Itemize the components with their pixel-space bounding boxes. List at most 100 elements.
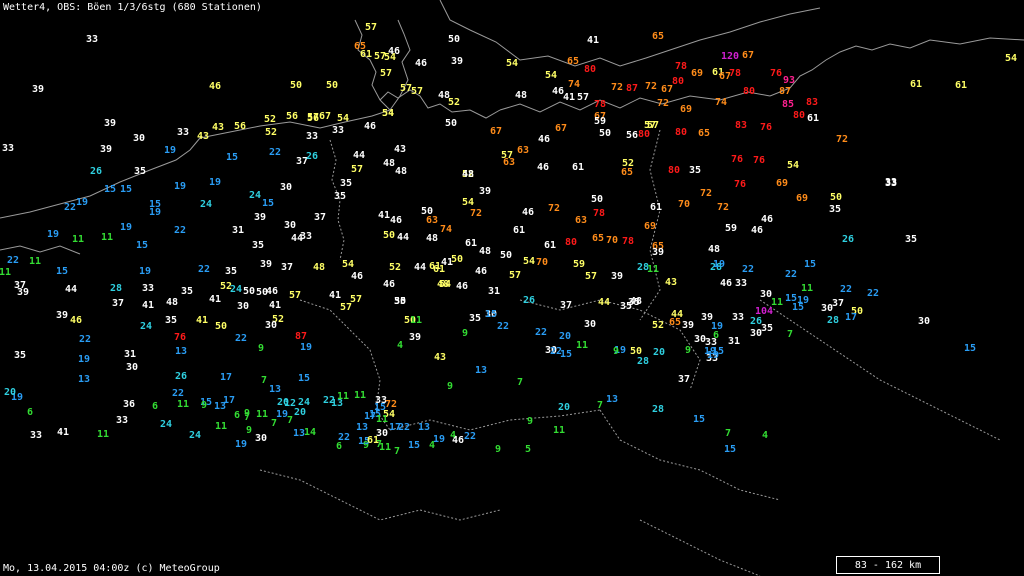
station-gust-value: 11 [96, 429, 110, 440]
station-gust-value: 72 [656, 98, 670, 109]
station-gust-value: 57 [379, 68, 393, 79]
station-gust-value: 54 [341, 259, 355, 270]
station-gust-value: 30 [264, 320, 278, 331]
station-gust-value: 6 [335, 441, 343, 452]
station-gust-value: 54 [461, 197, 475, 208]
station-gust-value: 22 [173, 225, 187, 236]
station-gust-value: 61 [432, 264, 446, 275]
station-gust-value: 83 [734, 120, 748, 131]
station-gust-value: 22 [63, 202, 77, 213]
station-gust-value: 80 [674, 127, 688, 138]
station-gust-value: 7 [286, 415, 294, 426]
station-gust-value: 15 [692, 414, 706, 425]
station-gust-value: 61 [954, 80, 968, 91]
station-gust-value: 120 [720, 51, 740, 62]
station-gust-value: 48 [436, 279, 450, 290]
station-gust-value: 39 [610, 271, 624, 282]
station-gust-value: 48 [394, 166, 408, 177]
station-gust-value: 15 [803, 259, 817, 270]
station-gust-value: 69 [679, 104, 693, 115]
station-gust-value: 48 [165, 297, 179, 308]
station-gust-value: 48 [514, 90, 528, 101]
station-gust-value: 52 [388, 262, 402, 273]
station-gust-value: 52 [263, 114, 277, 125]
station-gust-value: 37 [280, 262, 294, 273]
station-gust-value: 35 [13, 350, 27, 361]
station-gust-value: 59 [724, 223, 738, 234]
station-gust-value: 35 [688, 165, 702, 176]
station-gust-value: 19 [119, 222, 133, 233]
station-gust-value: 54 [381, 108, 395, 119]
station-gust-value: 7 [516, 377, 524, 388]
station-gust-value: 104 [754, 306, 774, 317]
station-gust-value: 7 [260, 375, 268, 386]
station-gust-value: 50 [629, 346, 643, 357]
station-gust-value: 37 [313, 212, 327, 223]
station-gust-value: 33 [115, 415, 129, 426]
station-gust-value: 20 [557, 402, 571, 413]
station-gust-value: 15 [963, 343, 977, 354]
station-gust-value: 28 [109, 283, 123, 294]
station-gust-value: 19 [148, 207, 162, 218]
station-gust-value: 48 [382, 158, 396, 169]
station-gust-value: 37 [831, 298, 845, 309]
station-gust-value: 31 [231, 225, 245, 236]
station-gust-value: 39 [450, 56, 464, 67]
station-gust-value: 46 [451, 435, 465, 446]
station-gust-value: 17 [219, 372, 233, 383]
station-gust-value: 9 [200, 400, 208, 411]
station-gust-value: 24 [188, 430, 202, 441]
station-gust-value: 44 [352, 150, 366, 161]
station-gust-value: 63 [574, 215, 588, 226]
station-gust-value: 87 [294, 331, 308, 342]
border-ch-it [259, 469, 501, 521]
station-gust-value: 44 [413, 262, 427, 273]
station-gust-value: 80 [637, 129, 651, 140]
station-gust-value: 31 [727, 336, 741, 347]
station-gust-value: 69 [795, 193, 809, 204]
station-gust-value: 39 [31, 84, 45, 95]
station-gust-value: 22 [784, 269, 798, 280]
station-gust-value: 22 [463, 431, 477, 442]
station-gust-value: 76 [769, 68, 783, 79]
station-gust-value: 44 [290, 233, 304, 244]
station-gust-value: 72 [699, 188, 713, 199]
station-gust-value: 46 [536, 162, 550, 173]
station-gust-value: 11 [255, 409, 269, 420]
station-gust-value: 46 [389, 215, 403, 226]
border-east [759, 299, 1001, 441]
station-gust-value: 13 [292, 428, 306, 439]
station-gust-value: 80 [583, 64, 597, 75]
station-gust-value: 9 [526, 416, 534, 427]
station-gust-value: 13 [174, 346, 188, 357]
station-gust-value: 54 [786, 160, 800, 171]
station-gust-value: 41 [208, 294, 222, 305]
station-gust-value: 76 [733, 179, 747, 190]
station-gust-value: 19 [299, 342, 313, 353]
station-gust-value: 33 [29, 430, 43, 441]
station-gust-value: 24 [199, 199, 213, 210]
station-gust-value: 41 [56, 427, 70, 438]
station-gust-value: 24 [139, 321, 153, 332]
station-gust-value: 13 [268, 384, 282, 395]
station-gust-value: 74 [714, 97, 728, 108]
station-gust-value: 33 [1, 143, 15, 154]
station-gust-value: 39 [99, 144, 113, 155]
station-gust-value: 19 [234, 439, 248, 450]
station-gust-value: 65 [566, 56, 580, 67]
station-gust-value: 19 [163, 145, 177, 156]
station-gust-value: 61 [806, 113, 820, 124]
station-gust-value: 50 [242, 286, 256, 297]
station-gust-value: 26 [305, 151, 319, 162]
coastline-baltic-south [499, 91, 771, 113]
station-gust-value: 74 [439, 224, 453, 235]
station-gust-value: 37 [111, 298, 125, 309]
station-gust-value: 39 [103, 118, 117, 129]
station-gust-value: 19 [75, 197, 89, 208]
station-gust-value: 19 [706, 350, 720, 361]
station-gust-value: 50 [214, 321, 228, 332]
station-gust-value: 9 [684, 345, 692, 356]
station-gust-value: 61 [571, 162, 585, 173]
station-gust-value: 26 [522, 295, 536, 306]
station-gust-value: 67 [741, 50, 755, 61]
